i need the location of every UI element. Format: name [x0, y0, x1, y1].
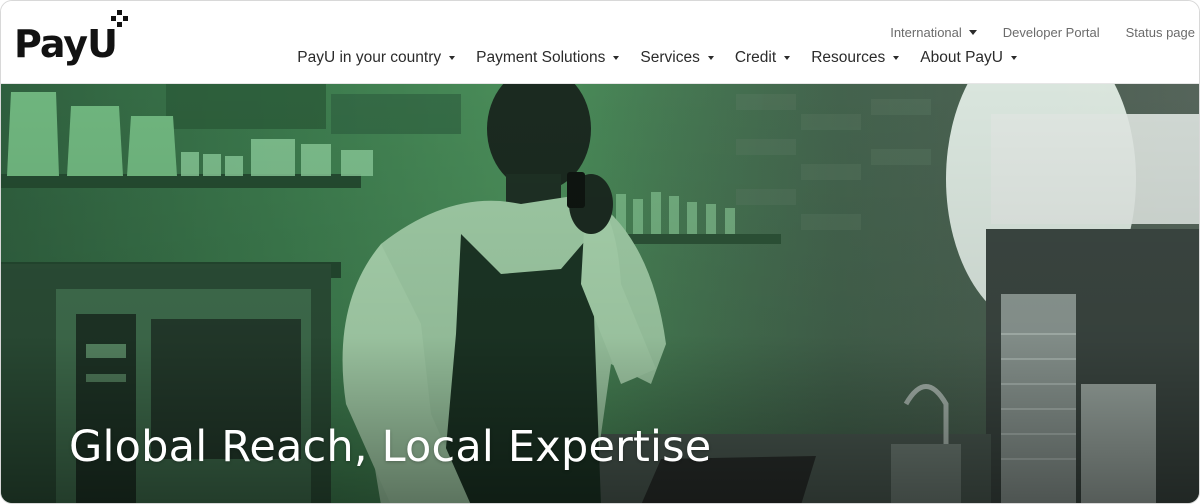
nav-item-payu-in-your-country[interactable]: PayU in your country — [297, 49, 456, 67]
logo-wordmark: PayU — [14, 22, 118, 66]
chevron-down-icon — [707, 56, 714, 60]
chevron-down-icon — [784, 56, 791, 60]
nav-item-services[interactable]: Services — [640, 49, 714, 67]
logo-pixel-mark-icon — [111, 10, 128, 27]
main-nav: PayU in your country Payment Solutions S… — [297, 48, 1017, 68]
payu-logo-link[interactable]: PayU — [14, 9, 134, 71]
nav-item-label: PayU in your country — [297, 49, 442, 66]
developer-portal-label: Developer Portal — [1002, 24, 1100, 40]
international-label: International — [890, 24, 962, 40]
status-page-link[interactable]: Status page — [1126, 25, 1195, 40]
hero-heading: Global Reach, Local Expertise — [69, 422, 712, 472]
nav-item-about-payu[interactable]: About PayU — [920, 49, 1017, 67]
nav-item-label: Resources — [811, 49, 886, 66]
nav-item-resources[interactable]: Resources — [811, 49, 900, 67]
nav-item-label: Credit — [734, 49, 777, 66]
hero-banner: Global Reach, Local Expertise — [1, 84, 1199, 503]
developer-portal-link[interactable]: Developer Portal — [1003, 25, 1100, 40]
chevron-down-icon — [449, 56, 456, 60]
chevron-down-icon — [968, 29, 977, 35]
nav-item-payment-solutions[interactable]: Payment Solutions — [476, 49, 620, 67]
chevron-down-icon — [613, 56, 620, 60]
page-frame: PayU International Developer Portal Stat… — [0, 0, 1200, 504]
nav-item-label: About PayU — [920, 49, 1003, 66]
nav-item-label: Payment Solutions — [476, 49, 606, 66]
nav-item-label: Services — [640, 49, 700, 66]
utility-nav: International Developer Portal Status pa… — [890, 23, 1195, 41]
nav-item-credit[interactable]: Credit — [734, 49, 791, 67]
status-page-label: Status page — [1125, 24, 1195, 40]
international-selector[interactable]: International — [890, 25, 977, 40]
chevron-down-icon — [893, 56, 900, 60]
site-header: PayU International Developer Portal Stat… — [1, 1, 1199, 84]
chevron-down-icon — [1011, 56, 1017, 60]
